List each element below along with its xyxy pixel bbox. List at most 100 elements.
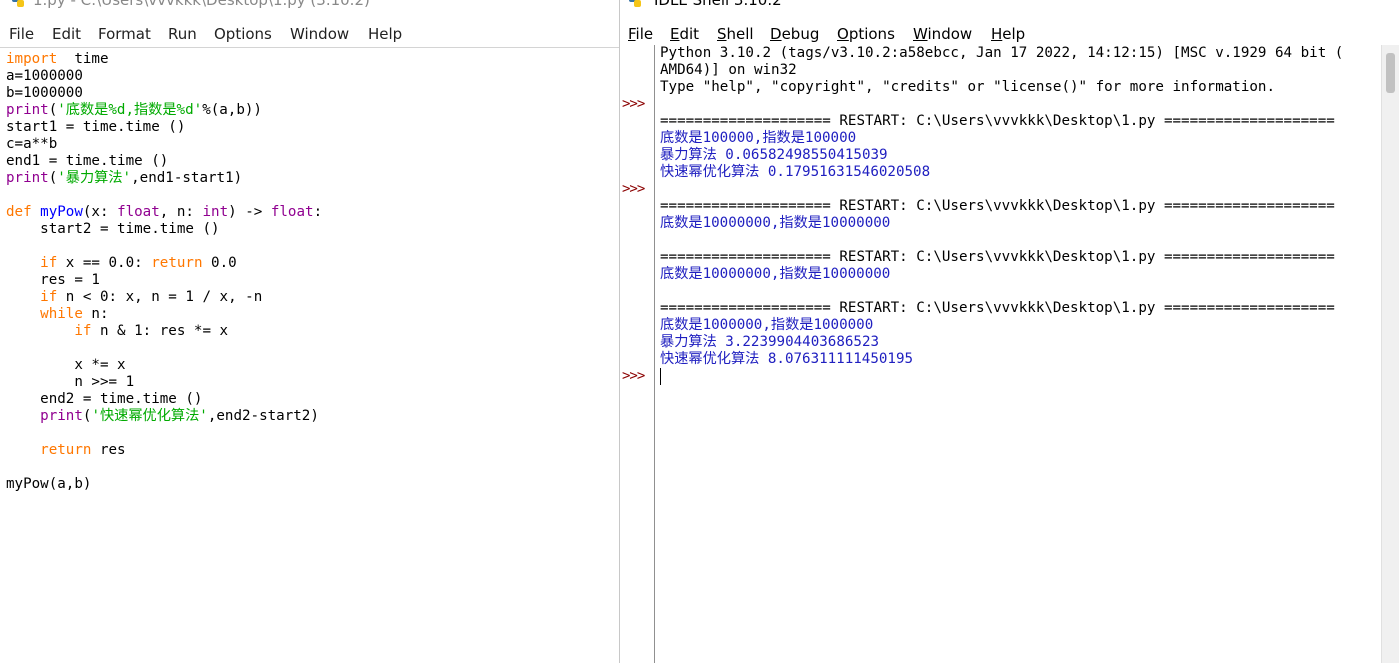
code-token: print <box>6 170 49 186</box>
menu-help[interactable]: Help <box>368 25 402 43</box>
menu-options[interactable]: Options <box>837 25 895 43</box>
code-editor-text[interactable]: import time a=1000000 b=1000000 print('底数是%… <box>6 51 322 493</box>
menu-format[interactable]: Format <box>98 25 151 43</box>
code-line: a=1000000 <box>6 68 322 85</box>
code-line: end2 = time.time () <box>6 391 322 408</box>
scrollbar-thumb[interactable] <box>1386 53 1395 93</box>
code-token: res <box>91 442 126 458</box>
menu-edit[interactable]: Edit <box>52 25 81 43</box>
code-line: print('快速幂优化算法',end2-start2) <box>6 408 322 425</box>
restart-line: ==================== RESTART: C:\Users\v… <box>660 113 1335 129</box>
info-line <box>660 232 1382 249</box>
shell-prompt: >>> <box>622 96 645 112</box>
code-token: c=a**b <box>6 136 58 152</box>
code-token: n: <box>82 306 109 322</box>
menu-window[interactable]: Window <box>290 25 349 43</box>
code-line: x *= x <box>6 357 322 374</box>
code-line: if n & 1: res *= x <box>6 323 322 340</box>
shell-menu-bar: File Edit Shell Debug Options Window Hel… <box>620 23 1399 47</box>
code-token: n >>= 1 <box>6 374 135 390</box>
code-token: : <box>313 204 323 220</box>
code-line: def myPow(x: float, n: int) -> float: <box>6 204 322 221</box>
prompt-gutter: >>> >>> >>> <box>620 45 655 663</box>
menu-file[interactable]: File <box>628 25 653 43</box>
code-token: time <box>57 51 109 67</box>
code-token: (x: <box>82 204 118 220</box>
code-token: start2 = time.time () <box>6 221 220 237</box>
output-line: 底数是100000,指数是100000 <box>660 130 857 146</box>
menu-options[interactable]: Options <box>214 25 272 43</box>
code-line: print('底数是%d,指数是%d'%(a,b)) <box>6 102 322 119</box>
code-line: b=1000000 <box>6 85 322 102</box>
code-line: res = 1 <box>6 272 322 289</box>
code-token: return <box>151 255 203 271</box>
code-line: start1 = time.time () <box>6 119 322 136</box>
menu-debug[interactable]: Debug <box>770 25 819 43</box>
menu-help[interactable]: Help <box>991 25 1025 43</box>
menu-window[interactable]: Window <box>913 25 972 43</box>
code-line: if x == 0.0: return 0.0 <box>6 255 322 272</box>
restart-line: ==================== RESTART: C:\Users\v… <box>660 198 1335 214</box>
menu-run[interactable]: Run <box>168 25 197 43</box>
code-token: myPow <box>40 204 83 220</box>
code-token: b=1000000 <box>6 85 83 101</box>
shell-title-bar[interactable]: IDLE Shell 3.10.2 <box>620 0 1399 11</box>
menu-file[interactable]: File <box>9 25 34 43</box>
menu-shell[interactable]: Shell <box>717 25 754 43</box>
output-line: 底数是10000000,指数是10000000 <box>660 266 891 282</box>
output-line: 快速幂优化算法 8.076311111450195 <box>660 351 914 367</box>
code-token: ) -> <box>228 204 271 220</box>
info-line: Type "help", "copyright", "credits" or "… <box>660 79 1275 95</box>
code-token: x *= x <box>6 357 126 373</box>
output-line: 底数是1000000,指数是1000000 <box>660 317 874 333</box>
code-token: a=1000000 <box>6 68 83 84</box>
code-token: x == 0.0: <box>57 255 152 271</box>
code-token: end1 = time.time () <box>6 153 169 169</box>
info-line <box>660 181 1382 198</box>
shell-scrollbar[interactable] <box>1381 45 1399 663</box>
code-token: '底数是%d,指数是%d' <box>57 102 203 118</box>
code-token: print <box>6 102 49 118</box>
info-line <box>660 368 1382 385</box>
code-token: '暴力算法' <box>57 170 132 186</box>
code-token: while <box>40 306 83 322</box>
code-token: ( <box>48 170 58 186</box>
code-line: start2 = time.time () <box>6 221 322 238</box>
code-line: return res <box>6 442 322 459</box>
info-line: Python 3.10.2 (tags/v3.10.2:a58ebcc, Jan… <box>660 45 1344 61</box>
shell-prompt: >>> <box>622 181 645 197</box>
code-line: import time <box>6 51 322 68</box>
code-token: ,end2-start2) <box>207 408 319 424</box>
editor-title-bar[interactable]: 1.py - C:\Users\vvvkkk\Desktop\1.py (3.1… <box>0 0 619 11</box>
code-token: ( <box>48 102 58 118</box>
menu-edit[interactable]: Edit <box>670 25 699 43</box>
code-token: int <box>202 204 229 220</box>
code-token: if <box>40 289 58 305</box>
output-line: 暴力算法 0.06582498550415039 <box>660 147 888 163</box>
python-icon <box>629 0 641 7</box>
code-token: , n: <box>159 204 203 220</box>
output-line: 底数是10000000,指数是10000000 <box>660 215 891 231</box>
code-token: 0.0 <box>202 255 237 271</box>
shell-prompt: >>> <box>622 368 645 384</box>
output-line: 暴力算法 3.2239904403686523 <box>660 334 880 350</box>
editor-menu-bar: File Edit Format Run Options Window Help <box>0 23 619 47</box>
code-token: '快速幂优化算法' <box>91 408 208 424</box>
output-line: 快速幂优化算法 0.17951631546020508 <box>660 164 931 180</box>
shell-title: IDLE Shell 3.10.2 <box>654 0 782 9</box>
code-token: end2 = time.time () <box>6 391 203 407</box>
shell-output-text[interactable]: Python 3.10.2 (tags/v3.10.2:a58ebcc, Jan… <box>660 45 1382 663</box>
python-file-icon <box>12 0 24 7</box>
restart-line: ==================== RESTART: C:\Users\v… <box>660 249 1335 265</box>
restart-line: ==================== RESTART: C:\Users\v… <box>660 300 1335 316</box>
code-line: end1 = time.time () <box>6 153 322 170</box>
code-token: if <box>40 255 58 271</box>
code-token: float <box>117 204 160 220</box>
code-token: print <box>40 408 83 424</box>
